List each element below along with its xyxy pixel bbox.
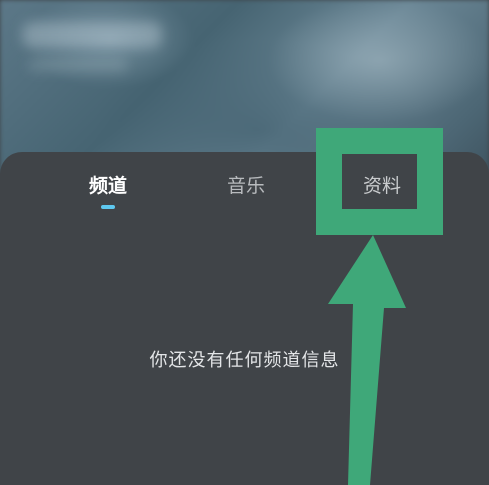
blurred-title xyxy=(22,22,162,48)
active-tab-indicator xyxy=(101,205,115,209)
highlight-box-annotation xyxy=(316,128,443,235)
tab-channel[interactable]: 频道 xyxy=(78,172,138,200)
arrow-annotation-icon xyxy=(328,235,406,485)
tab-music[interactable]: 音乐 xyxy=(218,172,274,200)
blurred-subtitle xyxy=(28,58,128,72)
screen: 频道 音乐 资料 你还没有任何频道信息 xyxy=(0,0,489,485)
